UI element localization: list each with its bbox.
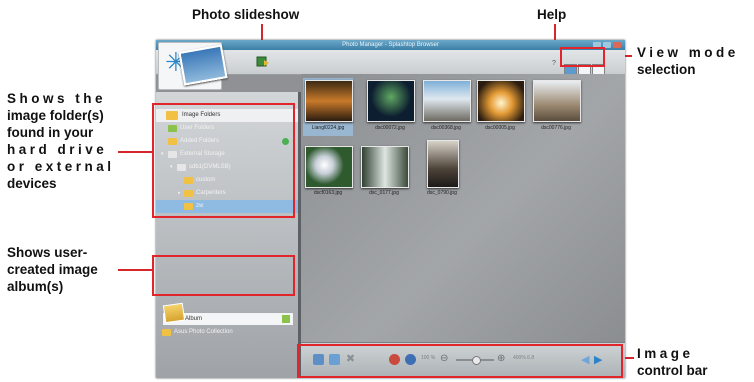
photo-thumbnail[interactable]	[477, 80, 525, 122]
help-icon[interactable]: ?	[552, 60, 558, 68]
thumbnail-grid: Liangl0224.jpg dsc00072.jpg dsc00368.jpg…	[301, 74, 625, 342]
photo-thumbnail[interactable]	[305, 146, 353, 188]
photo-thumbnail[interactable]	[423, 80, 471, 122]
photo-caption: dsc_0790.jpg	[427, 190, 457, 196]
leader-slideshow	[261, 24, 263, 41]
photo-thumbnail[interactable]	[361, 146, 409, 188]
photo-thumbnail[interactable]	[533, 80, 581, 122]
callout-folders-line5: or external	[7, 159, 115, 174]
callout-album-line1: Shows user-	[7, 245, 88, 260]
leader-folders	[118, 151, 152, 153]
album-icon	[162, 302, 186, 324]
callout-image-control-line1: Image	[637, 346, 694, 361]
photo-thumbnail[interactable]	[367, 80, 415, 122]
highlight-image-folders	[152, 103, 295, 218]
callout-view-mode-line1: View mode	[637, 45, 739, 60]
callout-folders-line3: found in your	[7, 125, 94, 140]
sidebar-item-asus-collection[interactable]: Asus Photo Collection	[156, 326, 298, 339]
leader-album	[118, 269, 152, 271]
photo-thumbnail[interactable]	[427, 140, 459, 188]
callout-photo-slideshow: Photo slideshow	[192, 7, 300, 22]
callout-help: Help	[537, 7, 567, 22]
callout-folders-line1: Shows the	[7, 91, 107, 106]
close-button[interactable]	[613, 42, 621, 48]
callout-folders-line2: image folder(s)	[7, 108, 104, 123]
photo-caption: dsc_0177.jpg	[369, 190, 399, 196]
callout-album-line3: album(s)	[7, 279, 64, 294]
photo-thumbnail[interactable]	[305, 80, 353, 122]
title-bar: Photo Manager - Splashtop Browser	[156, 40, 625, 50]
sidebar-item-label: Asus Photo Collection	[174, 329, 233, 335]
callout-folders-line6: devices	[7, 176, 57, 191]
highlight-view-mode	[560, 47, 605, 67]
highlight-albums	[152, 255, 295, 296]
collection-icon	[162, 329, 171, 336]
slideshow-icon[interactable]	[256, 55, 270, 69]
callout-album-line2: created image	[7, 262, 98, 277]
app-logo: ✳	[158, 42, 228, 90]
logo-photo-icon	[178, 44, 228, 86]
album-edit-icon[interactable]	[282, 315, 290, 323]
callout-view-mode-line2: selection	[637, 62, 696, 77]
window-title: Photo Manager - Splashtop Browser	[342, 42, 439, 48]
highlight-control-bar	[297, 344, 623, 378]
callout-folders-line4: hard drive	[7, 142, 108, 157]
album-label: Album	[185, 316, 203, 322]
photo-caption: dsc00776.jpg	[541, 125, 571, 131]
callout-image-control-line2: control bar	[637, 363, 708, 378]
photo-caption: Liangl0224.jpg	[311, 125, 345, 131]
